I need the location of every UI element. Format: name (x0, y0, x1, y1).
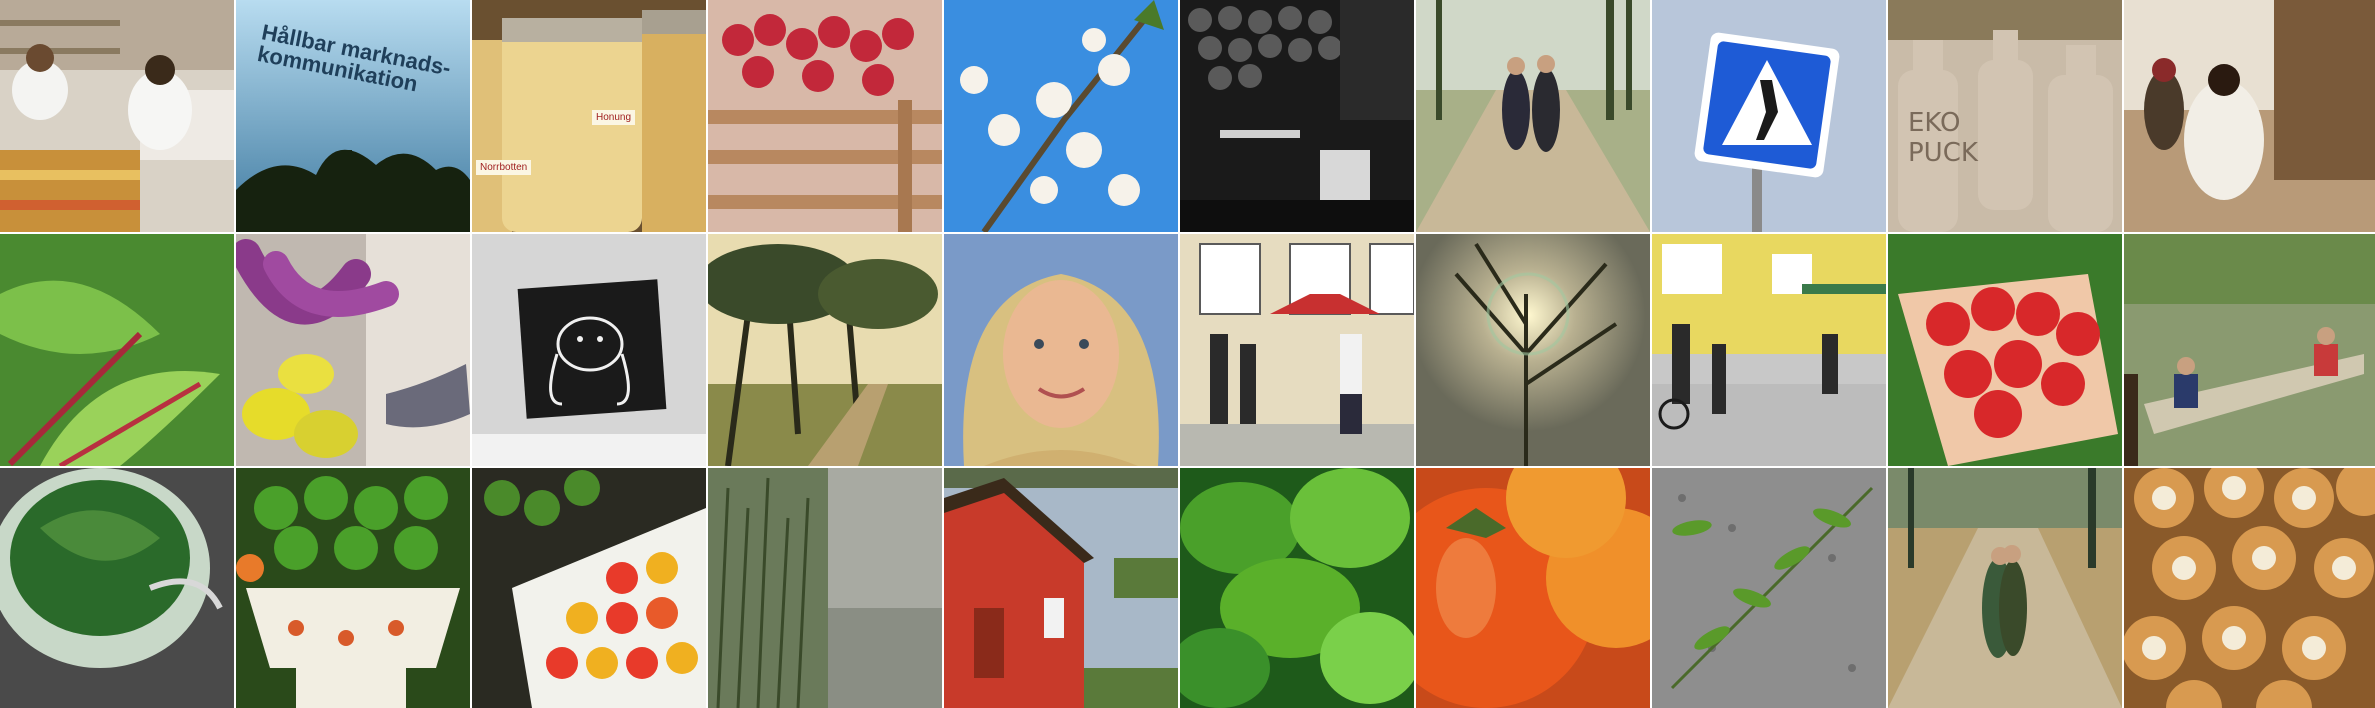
tile-chard-leaves (0, 234, 234, 466)
tile-reeds-water (708, 468, 942, 708)
tile-crossing-sign (1652, 0, 1886, 232)
tile-cherry-blossom (944, 0, 1178, 232)
tile-sun-trees (1416, 234, 1650, 466)
tile-book-cover: Hållbar marknads-kommunikation (236, 0, 470, 232)
tile-buns (2124, 468, 2375, 708)
tile-bottles: EKO PUCK (1888, 0, 2122, 232)
tile-yellow-building (1652, 234, 1886, 466)
tile-market-stall (2124, 0, 2375, 232)
tile-strawberries (1888, 234, 2122, 466)
tile-eggplant-peppers (236, 234, 470, 466)
tile-canoe (2124, 234, 2375, 466)
tile-herbs-vase (236, 468, 470, 708)
tile-apple-crates (708, 0, 942, 232)
tile-cafe-terrace (1180, 234, 1414, 466)
photo-collage: Hållbar marknads-kommunikation Honung No… (0, 0, 2375, 708)
bottle-text-puck: PUCK (1908, 138, 1978, 168)
bottle-text-eko: EKO (1908, 108, 1961, 138)
tile-shop-counter (0, 0, 234, 232)
tile-tomato-closeup (1416, 468, 1650, 708)
tile-portrait (944, 234, 1178, 466)
jar-label-honung: Honung (592, 110, 636, 125)
jar-label-norrbotten: Norrbotten (476, 160, 532, 175)
tile-tomatoes-box (472, 468, 706, 708)
tile-salad-bowl (0, 468, 234, 708)
tile-basil (1180, 468, 1414, 708)
tile-couple-embrace (1888, 468, 2122, 708)
tile-cafe-bw (1180, 0, 1414, 232)
tile-red-house (944, 468, 1178, 708)
tile-branch-gravel (1652, 468, 1886, 708)
tile-trees-meadow (708, 234, 942, 466)
tile-bulldog-box (472, 234, 706, 466)
tile-honey-jars: Honung Norrbotten (472, 0, 706, 232)
tile-couple-walking (1416, 0, 1650, 232)
